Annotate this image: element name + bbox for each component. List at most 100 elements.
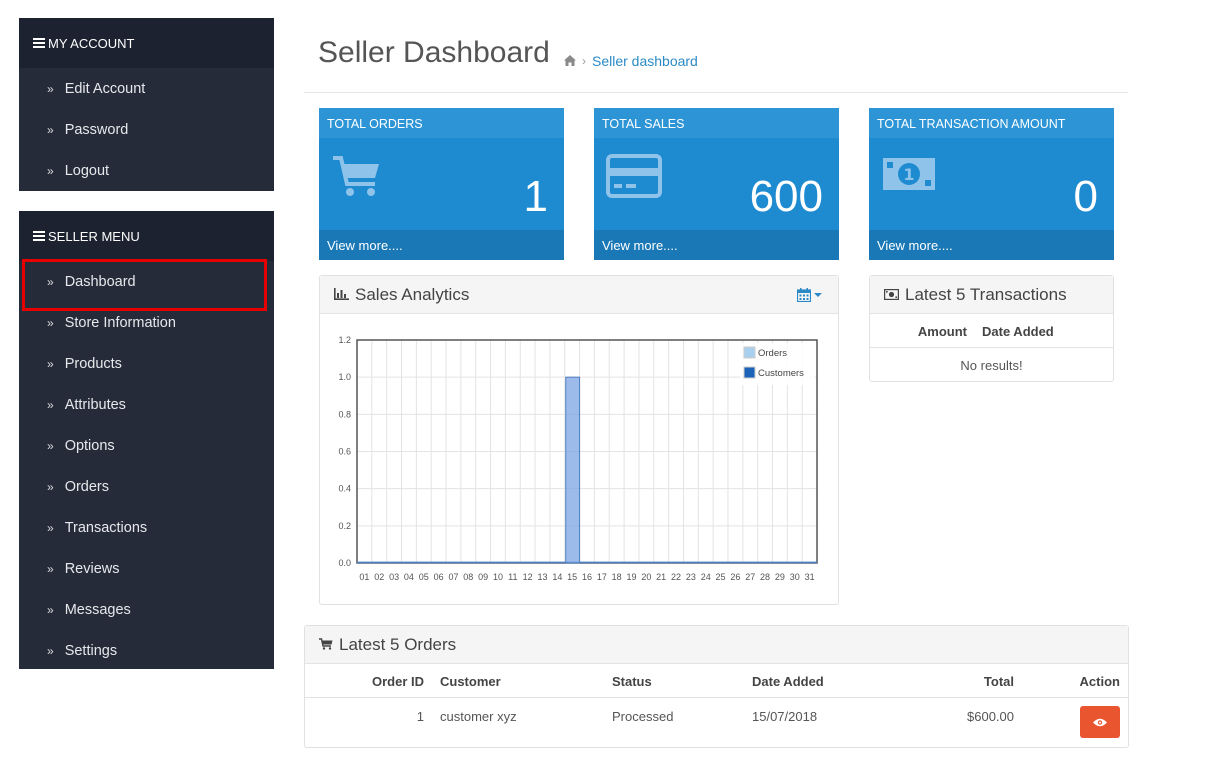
account-menu-title: MY ACCOUNT [48, 35, 135, 51]
tile-total-sales: TOTAL SALES 600 View more.... [594, 108, 839, 260]
double-chevron-icon: » [47, 643, 54, 658]
order-customer: customer xyz [440, 709, 517, 724]
cart-icon [319, 635, 333, 655]
double-chevron-icon: » [47, 315, 54, 330]
orders-panel: Latest 5 Orders Order ID Customer Status… [304, 625, 1129, 748]
breadcrumb-separator: › [582, 54, 586, 68]
panel-header: Latest 5 Transactions [870, 276, 1113, 314]
x-tick-label: 19 [627, 572, 637, 582]
money-icon: 1 [881, 154, 937, 199]
column-action: Action [1079, 674, 1120, 689]
x-tick-label: 15 [567, 572, 577, 582]
menu-item-transactions[interactable]: » Transactions [19, 507, 274, 548]
tile-value: 0 [1073, 172, 1098, 221]
tile-total-orders: TOTAL ORDERS 1 View more.... [319, 108, 564, 260]
x-tick-label: 18 [612, 572, 622, 582]
x-tick-label: 30 [790, 572, 800, 582]
account-menu: MY ACCOUNT » Edit Account » Password » Logo… [19, 18, 274, 191]
menu-item-settings[interactable]: » Settings [19, 630, 274, 671]
y-tick-label: 0.2 [338, 521, 351, 531]
panel-header: Latest 5 Orders [305, 626, 1128, 664]
menu-item-logout[interactable]: » Logout [19, 150, 274, 191]
sales-chart: 0.0 0.2 0.4 0.6 0.8 1.0 1.2 01 02 03 04 05 06 07 08 09 1… [338, 335, 818, 582]
double-chevron-icon: » [47, 356, 54, 371]
menu-item-options[interactable]: » Options [19, 425, 274, 466]
y-tick-label: 0.0 [338, 558, 351, 568]
breadcrumb-link[interactable]: Seller dashboard [592, 53, 698, 69]
view-more-link[interactable]: View more.... [594, 230, 839, 260]
panel-title: Sales Analytics [355, 284, 470, 304]
menu-item-label: Orders [64, 478, 110, 495]
y-tick-label: 0.6 [338, 447, 351, 457]
menu-item-orders[interactable]: » Orders [19, 466, 274, 507]
x-tick-label: 04 [404, 572, 414, 582]
account-menu-header: MY ACCOUNT [19, 18, 274, 68]
double-chevron-icon: » [47, 274, 54, 289]
view-more-link[interactable]: View more.... [319, 230, 564, 260]
double-chevron-icon: » [47, 122, 54, 137]
double-chevron-icon: » [47, 520, 54, 535]
x-tick-label: 26 [730, 572, 740, 582]
tile-total-transaction-amount: TOTAL TRANSACTION AMOUNT 1 0 View more..… [869, 108, 1114, 260]
menu-item-products[interactable]: » Products [19, 343, 274, 384]
header-divider [304, 92, 1128, 93]
page-title: Seller Dashboard [318, 36, 550, 69]
menu-item-messages[interactable]: » Messages [19, 589, 274, 630]
x-tick-label: 08 [463, 572, 473, 582]
x-tick-label: 16 [582, 572, 592, 582]
tile-value: 600 [749, 172, 823, 221]
menu-item-label: Products [64, 355, 122, 372]
breadcrumb: › Seller dashboard [564, 53, 698, 69]
eye-icon [1093, 718, 1107, 726]
menu-item-label: Reviews [64, 560, 120, 577]
menu-item-label: Transactions [64, 519, 148, 536]
home-icon[interactable] [564, 54, 576, 69]
menu-item-password[interactable]: » Password [19, 109, 274, 150]
tile-value: 1 [523, 172, 548, 221]
column-total: Total [983, 674, 1014, 689]
y-tick-label: 0.4 [338, 484, 351, 494]
menu-item-edit-account[interactable]: » Edit Account [19, 68, 274, 109]
x-tick-label: 01 [359, 572, 369, 582]
view-more-link[interactable]: View more.... [869, 230, 1114, 260]
y-tick-label: 1.2 [338, 335, 351, 345]
y-tick-label: 0.8 [338, 409, 351, 419]
menu-item-label: Edit Account [64, 80, 146, 97]
x-tick-label: 21 [656, 572, 666, 582]
legend-label: Customers [758, 368, 804, 379]
calendar-icon [797, 287, 811, 302]
legend-swatch [743, 366, 756, 379]
menu-item-label: Settings [64, 642, 118, 659]
x-tick-label: 20 [641, 572, 651, 582]
menu-item-dashboard[interactable]: » Dashboard [19, 259, 274, 311]
column-date-added: Date Added [752, 674, 824, 689]
panel-title: Latest 5 Orders [339, 634, 457, 654]
x-tick-label: 31 [805, 572, 815, 582]
x-tick-label: 03 [389, 572, 399, 582]
x-tick-label: 05 [419, 572, 429, 582]
menu-item-label: Logout [64, 162, 110, 179]
x-tick-label: 14 [552, 572, 562, 582]
calendar-dropdown[interactable] [797, 287, 822, 302]
menu-item-label: Messages [64, 601, 131, 618]
menu-item-label: Options [64, 437, 115, 454]
x-tick-label: 02 [374, 572, 384, 582]
x-tick-label: 09 [478, 572, 488, 582]
x-tick-label: 28 [760, 572, 770, 582]
x-tick-label: 06 [434, 572, 444, 582]
panel-header: Sales Analytics [320, 276, 838, 314]
x-tick-label: 23 [686, 572, 696, 582]
menu-item-reviews[interactable]: » Reviews [19, 548, 274, 589]
menu-item-attributes[interactable]: » Attributes [19, 384, 274, 425]
menu-item-label: Password [64, 121, 129, 138]
x-tick-label: 22 [671, 572, 681, 582]
double-chevron-icon: » [47, 561, 54, 576]
view-order-button[interactable] [1080, 706, 1120, 738]
order-status: Processed [612, 709, 674, 724]
panel-title: Latest 5 Transactions [905, 284, 1067, 304]
legend-label: Orders [758, 348, 787, 359]
x-tick-label: 13 [537, 572, 547, 582]
orders-table-header: Order ID Customer Status Date Added Tota… [305, 664, 1128, 698]
tile-title: TOTAL TRANSACTION AMOUNT [869, 108, 1114, 138]
x-tick-label: 25 [716, 572, 726, 582]
